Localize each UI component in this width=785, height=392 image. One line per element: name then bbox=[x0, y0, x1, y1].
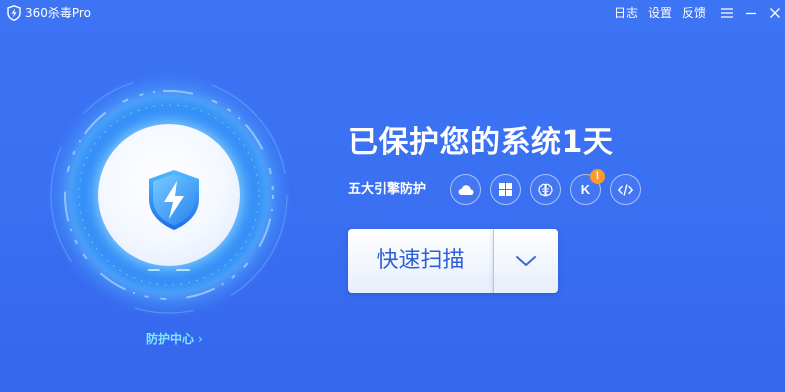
hamburger-menu-icon[interactable] bbox=[719, 5, 735, 21]
close-icon[interactable] bbox=[767, 5, 783, 21]
feedback-link[interactable]: 反馈 bbox=[682, 5, 706, 21]
shield-lightning-icon bbox=[149, 170, 199, 230]
protection-status-title: 已保护您的系统1天 bbox=[348, 125, 614, 160]
settings-link[interactable]: 设置 bbox=[648, 5, 672, 21]
quick-scan-button[interactable]: 快速扫描 bbox=[348, 229, 493, 293]
code-engine-button[interactable] bbox=[610, 174, 641, 205]
cloud-engine-button[interactable] bbox=[450, 174, 481, 205]
protection-orb[interactable] bbox=[46, 72, 292, 318]
chevron-right-icon: › bbox=[198, 332, 203, 346]
chevron-down-icon bbox=[516, 256, 536, 266]
cloud-icon bbox=[458, 184, 473, 195]
app-logo-icon bbox=[7, 5, 21, 21]
title-bar: 360杀毒Pro 日志 设置 反馈 bbox=[0, 0, 785, 26]
brain-icon bbox=[538, 183, 553, 196]
protection-center-link[interactable]: 防护中心 › bbox=[146, 331, 203, 347]
windows-engine-button[interactable] bbox=[490, 174, 521, 205]
app-title: 360杀毒Pro bbox=[25, 6, 91, 20]
alert-badge: ! bbox=[590, 169, 605, 184]
k-engine-icon: K bbox=[580, 182, 591, 197]
protection-center-label: 防护中心 bbox=[146, 332, 195, 346]
ai-engine-button[interactable] bbox=[530, 174, 561, 205]
windows-icon bbox=[499, 183, 512, 196]
code-icon bbox=[618, 183, 633, 196]
engines-label: 五大引擎防护 bbox=[348, 182, 427, 197]
log-link[interactable]: 日志 bbox=[614, 5, 638, 21]
scan-options-dropdown[interactable] bbox=[494, 229, 558, 293]
minimize-icon[interactable] bbox=[743, 5, 759, 21]
